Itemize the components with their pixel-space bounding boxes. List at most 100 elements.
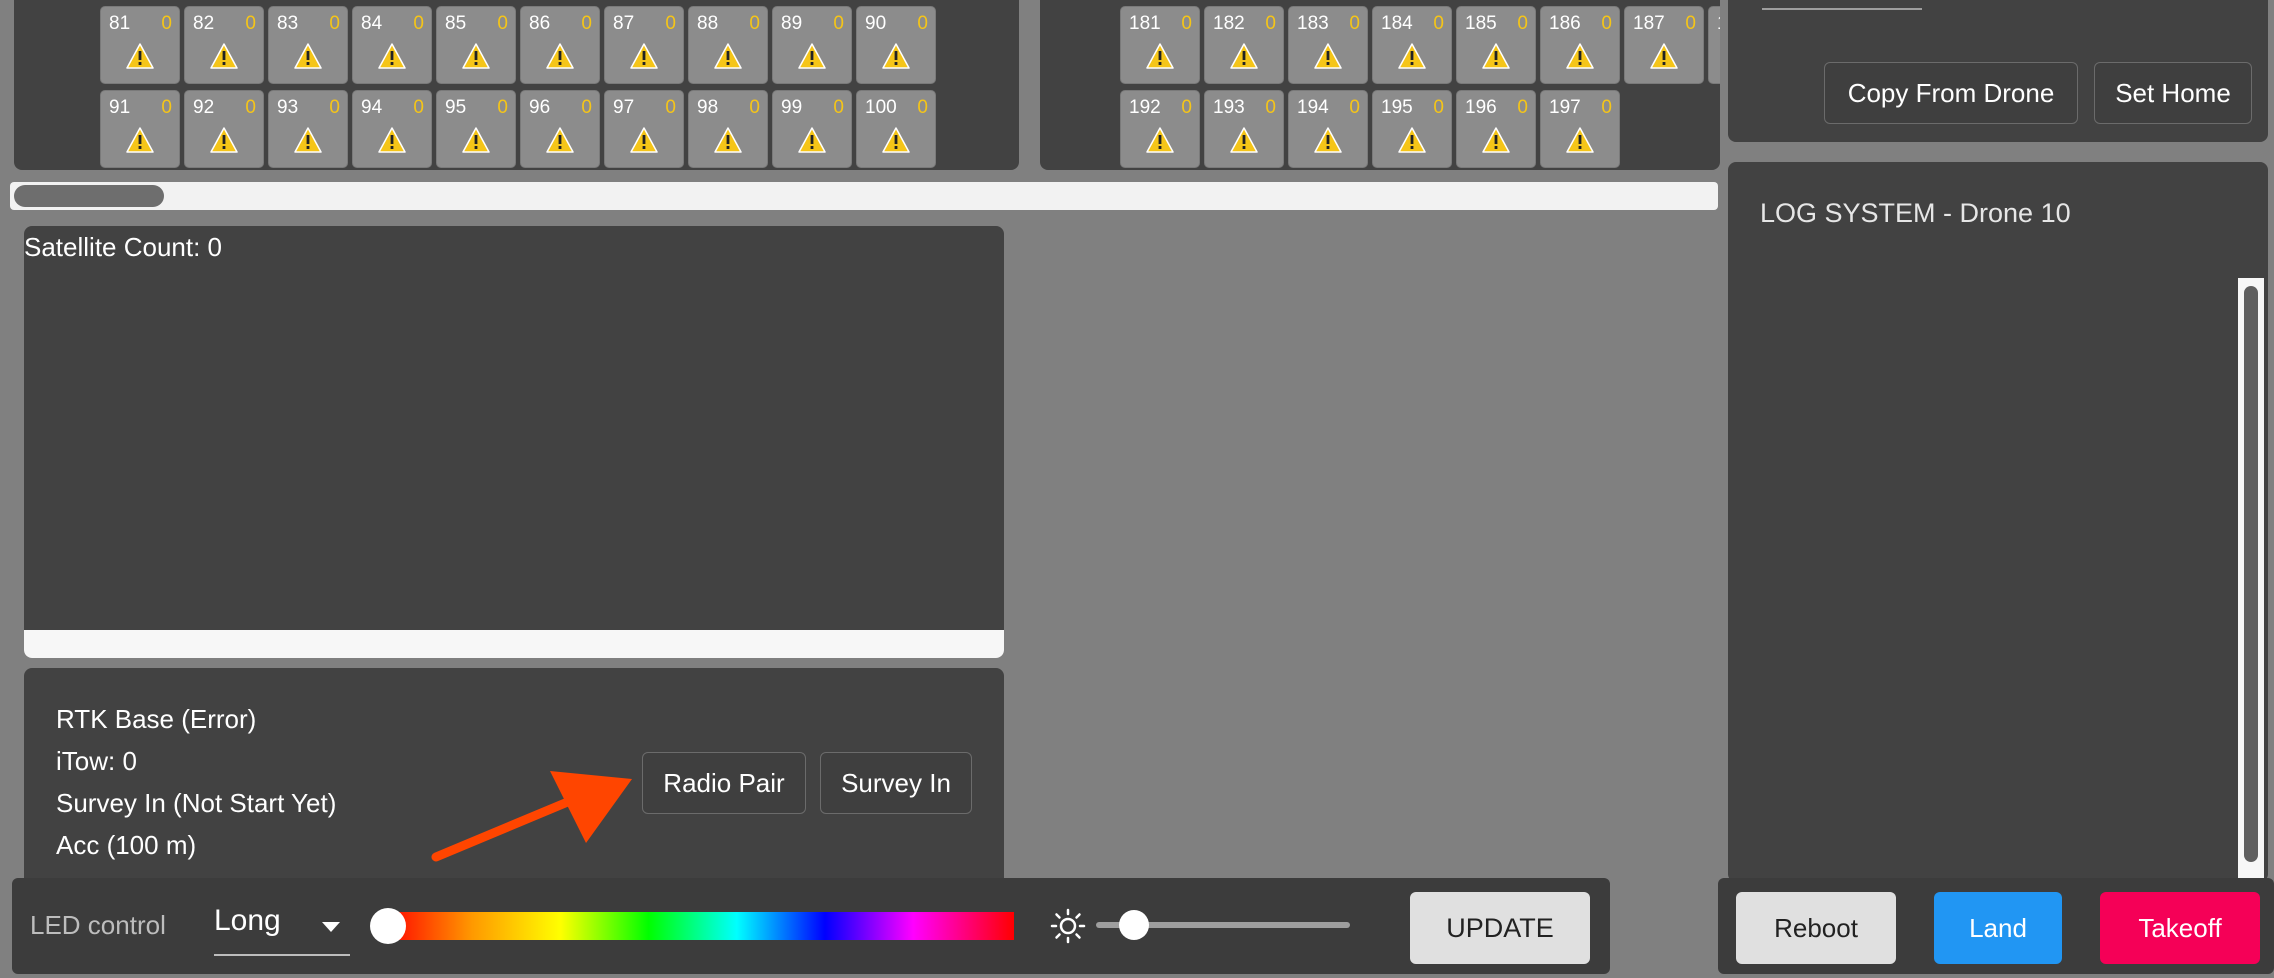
drone-count: 0 [1265, 13, 1276, 34]
satellite-scrollbar[interactable] [24, 630, 1004, 658]
reboot-button[interactable]: Reboot [1736, 892, 1896, 964]
led-mode-value: Long [214, 904, 281, 937]
copy-from-drone-button[interactable]: Copy From Drone [1824, 62, 2078, 124]
drone-tile[interactable]: 99 0 [772, 90, 852, 168]
drone-count: 0 [497, 97, 508, 118]
drone-count: 0 [1181, 13, 1192, 34]
field-underline [1762, 8, 1922, 10]
drone-tile[interactable]: 92 0 [184, 90, 264, 168]
warning-icon [210, 43, 238, 69]
drone-id: 97 [613, 97, 635, 118]
warning-icon [378, 43, 406, 69]
led-mode-select[interactable]: Long [214, 902, 350, 956]
drone-count: 0 [1349, 97, 1360, 118]
drone-id: 195 [1381, 97, 1413, 118]
drone-tile[interactable]: 96 0 [520, 90, 600, 168]
drone-tile[interactable]: 98 0 [688, 90, 768, 168]
drone-tile[interactable]: 82 0 [184, 6, 264, 84]
drone-count: 0 [161, 13, 172, 34]
drone-count: 0 [1181, 97, 1192, 118]
drone-id: 186 [1549, 13, 1581, 34]
drone-id: 193 [1213, 97, 1245, 118]
drone-count: 0 [1433, 97, 1444, 118]
drone-tile[interactable]: 192 0 [1120, 90, 1200, 168]
drone-count: 0 [581, 97, 592, 118]
drone-tile[interactable]: 194 0 [1288, 90, 1368, 168]
warning-icon [1146, 43, 1174, 69]
drone-tile[interactable]: 85 0 [436, 6, 516, 84]
drone-tile[interactable]: 86 0 [520, 6, 600, 84]
drone-tile[interactable]: 100 0 [856, 90, 936, 168]
warning-icon [294, 127, 322, 153]
rtk-accuracy: Acc (100 m) [56, 830, 197, 860]
drone-tile[interactable]: 91 0 [100, 90, 180, 168]
warning-icon [1566, 127, 1594, 153]
drone-tile[interactable]: 93 0 [268, 90, 348, 168]
warning-icon [1398, 43, 1426, 69]
log-scrollbar-track[interactable] [2238, 278, 2264, 878]
drone-count: 0 [413, 97, 424, 118]
update-button[interactable]: UPDATE [1410, 892, 1590, 964]
drone-id: 92 [193, 97, 215, 118]
drone-tile[interactable]: 186 0 [1540, 6, 1620, 84]
drone-count: 0 [1433, 13, 1444, 34]
drone-tile[interactable]: 196 0 [1456, 90, 1536, 168]
drone-tile[interactable]: 88 0 [688, 6, 768, 84]
drone-tile[interactable]: 183 0 [1288, 6, 1368, 84]
drone-tile[interactable]: 89 0 [772, 6, 852, 84]
drone-count: 0 [1685, 13, 1696, 34]
drone-tile[interactable]: 84 0 [352, 6, 432, 84]
drone-tile[interactable]: 185 0 [1456, 6, 1536, 84]
drone-tile[interactable]: 90 0 [856, 6, 936, 84]
warning-icon [798, 43, 826, 69]
drone-count: 0 [917, 13, 928, 34]
chevron-down-icon [322, 922, 340, 932]
color-slider-thumb[interactable] [370, 908, 406, 944]
drone-tile[interactable]: 187 0 [1624, 6, 1704, 84]
drone-count: 0 [665, 97, 676, 118]
drone-id: 194 [1297, 97, 1329, 118]
log-scrollbar-thumb[interactable] [2244, 286, 2258, 862]
drone-id: 96 [529, 97, 551, 118]
drone-id: 91 [109, 97, 131, 118]
brightness-icon [1050, 908, 1086, 944]
satellite-panel: Satellite Count: 0 [24, 226, 1004, 658]
drone-tile[interactable]: 197 0 [1540, 90, 1620, 168]
log-title: LOG SYSTEM - Drone 10 [1760, 198, 2071, 228]
drone-tile[interactable]: 87 0 [604, 6, 684, 84]
satellite-count: Satellite Count: 0 [24, 232, 223, 262]
set-home-button[interactable]: Set Home [2094, 62, 2252, 124]
drone-tile[interactable]: 182 0 [1204, 6, 1284, 84]
scrollbar-thumb[interactable] [14, 185, 164, 207]
warning-icon [714, 43, 742, 69]
drone-count: 0 [1601, 13, 1612, 34]
drone-tile[interactable]: 95 0 [436, 90, 516, 168]
takeoff-button[interactable]: Takeoff [2100, 892, 2260, 964]
radio-pair-button[interactable]: Radio Pair [642, 752, 806, 814]
drone-tile[interactable]: 195 0 [1372, 90, 1452, 168]
drone-count: 0 [749, 13, 760, 34]
drone-tile[interactable]: 83 0 [268, 6, 348, 84]
drone-tile[interactable]: 1910 [1708, 6, 1720, 84]
drone-tile[interactable]: 81 0 [100, 6, 180, 84]
drone-id: 185 [1465, 13, 1497, 34]
land-button[interactable]: Land [1934, 892, 2062, 964]
drone-tile[interactable]: 97 0 [604, 90, 684, 168]
drone-count: 0 [833, 97, 844, 118]
horizontal-scrollbar[interactable] [10, 182, 1718, 210]
drone-tile[interactable]: 184 0 [1372, 6, 1452, 84]
drone-tile[interactable]: 94 0 [352, 90, 432, 168]
drone-id: 94 [361, 97, 383, 118]
brightness-slider[interactable] [1096, 910, 1350, 940]
survey-in-button[interactable]: Survey In [820, 752, 972, 814]
drone-count: 0 [665, 13, 676, 34]
warning-icon [630, 43, 658, 69]
drone-tile[interactable]: 181 0 [1120, 6, 1200, 84]
brightness-slider-thumb[interactable] [1119, 910, 1150, 940]
warning-icon [126, 43, 154, 69]
warning-icon [798, 127, 826, 153]
drone-tile[interactable]: 193 0 [1204, 90, 1284, 168]
warning-icon [630, 127, 658, 153]
color-slider[interactable] [370, 908, 1014, 944]
warning-icon [546, 43, 574, 69]
